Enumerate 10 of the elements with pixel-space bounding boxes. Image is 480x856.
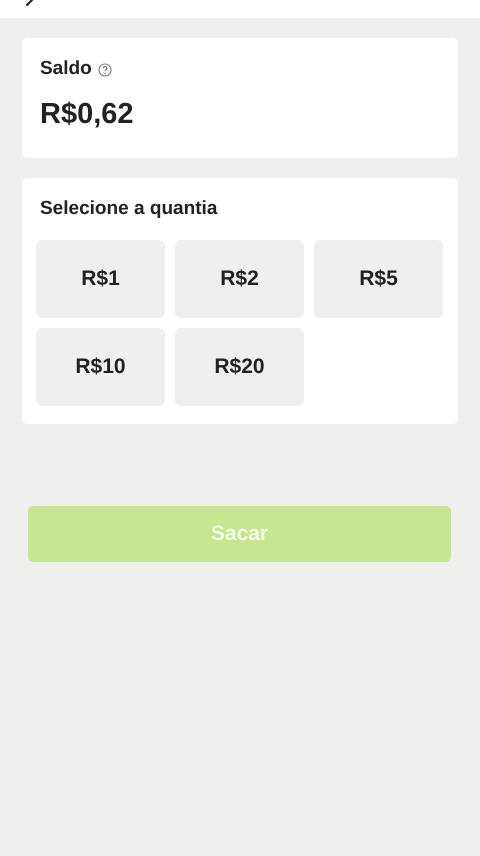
amount-option[interactable]: R$10 — [36, 328, 165, 406]
amount-option[interactable]: R$2 — [175, 240, 304, 318]
balance-amount: R$0,62 — [40, 98, 135, 131]
back-icon[interactable] — [25, 0, 35, 8]
section-title: Selecione a quantia — [39, 198, 218, 220]
balance-label: Saldo — [40, 58, 92, 80]
amount-option[interactable]: R$20 — [175, 328, 304, 406]
help-icon[interactable] — [98, 63, 112, 77]
amount-option[interactable]: R$1 — [36, 240, 165, 318]
amount-option[interactable]: R$5 — [314, 240, 443, 318]
